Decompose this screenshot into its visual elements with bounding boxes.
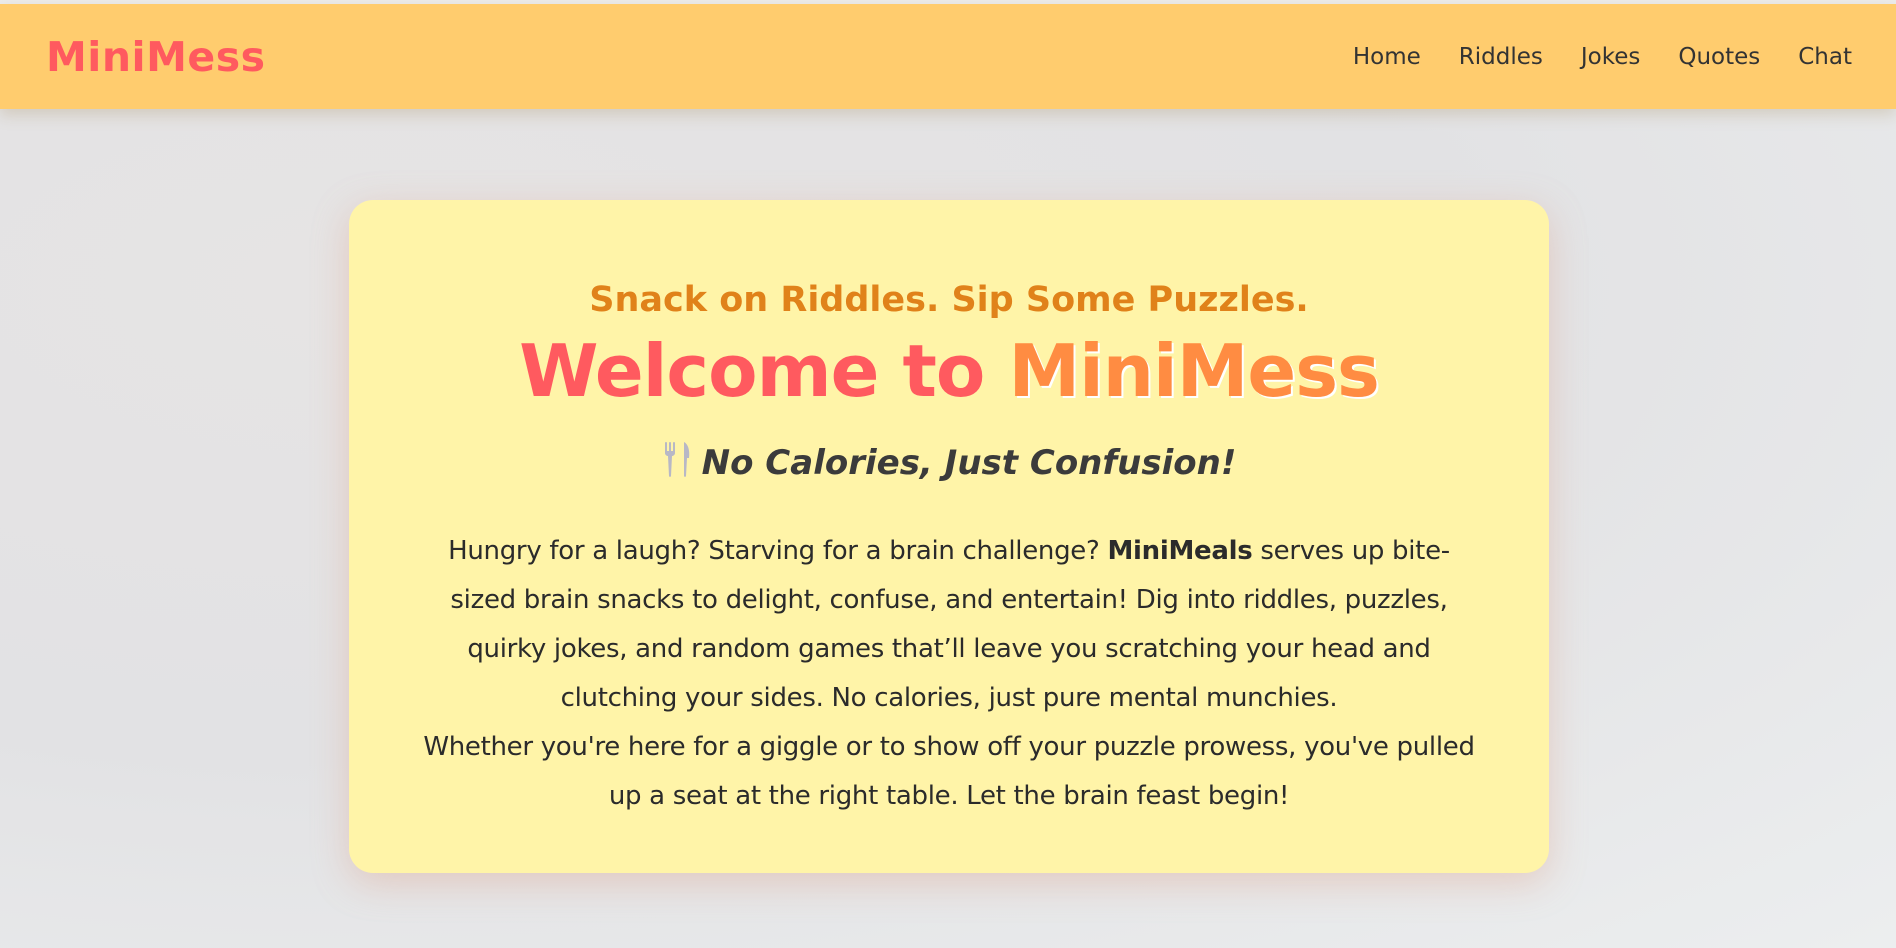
hero-description: Hungry for a laugh? Starving for a brain…	[419, 527, 1479, 821]
nav-links: Home Riddles Jokes Quotes Chat	[1353, 44, 1852, 70]
nav-link-quotes[interactable]: Quotes	[1678, 44, 1760, 70]
brand-logo[interactable]: MiniMess	[46, 33, 266, 81]
description-brand: MiniMeals	[1107, 536, 1253, 566]
headline-brand: MiniMess	[1008, 329, 1379, 413]
nav-link-riddles[interactable]: Riddles	[1459, 44, 1543, 70]
nav-link-jokes[interactable]: Jokes	[1581, 44, 1641, 70]
description-part3: Whether you're here for a giggle or to s…	[423, 732, 1475, 811]
navbar: MiniMess Home Riddles Jokes Quotes Chat	[0, 4, 1896, 109]
subheadline-text: No Calories, Just Confusion!	[701, 443, 1237, 483]
hero-tagline: Snack on Riddles. Sip Some Puzzles.	[589, 280, 1309, 320]
nav-link-home[interactable]: Home	[1353, 44, 1421, 70]
description-part1: Hungry for a laugh? Starving for a brain…	[448, 536, 1100, 566]
fork-and-knife-icon	[662, 440, 692, 489]
hero-subheadline: No Calories, Just Confusion!	[419, 440, 1479, 489]
headline-welcome: Welcome to	[519, 329, 985, 413]
hero-headline: Welcome to MiniMess	[419, 328, 1479, 414]
nav-link-chat[interactable]: Chat	[1798, 44, 1852, 70]
hero-card: Snack on Riddles. Sip Some Puzzles. Welc…	[349, 200, 1549, 873]
